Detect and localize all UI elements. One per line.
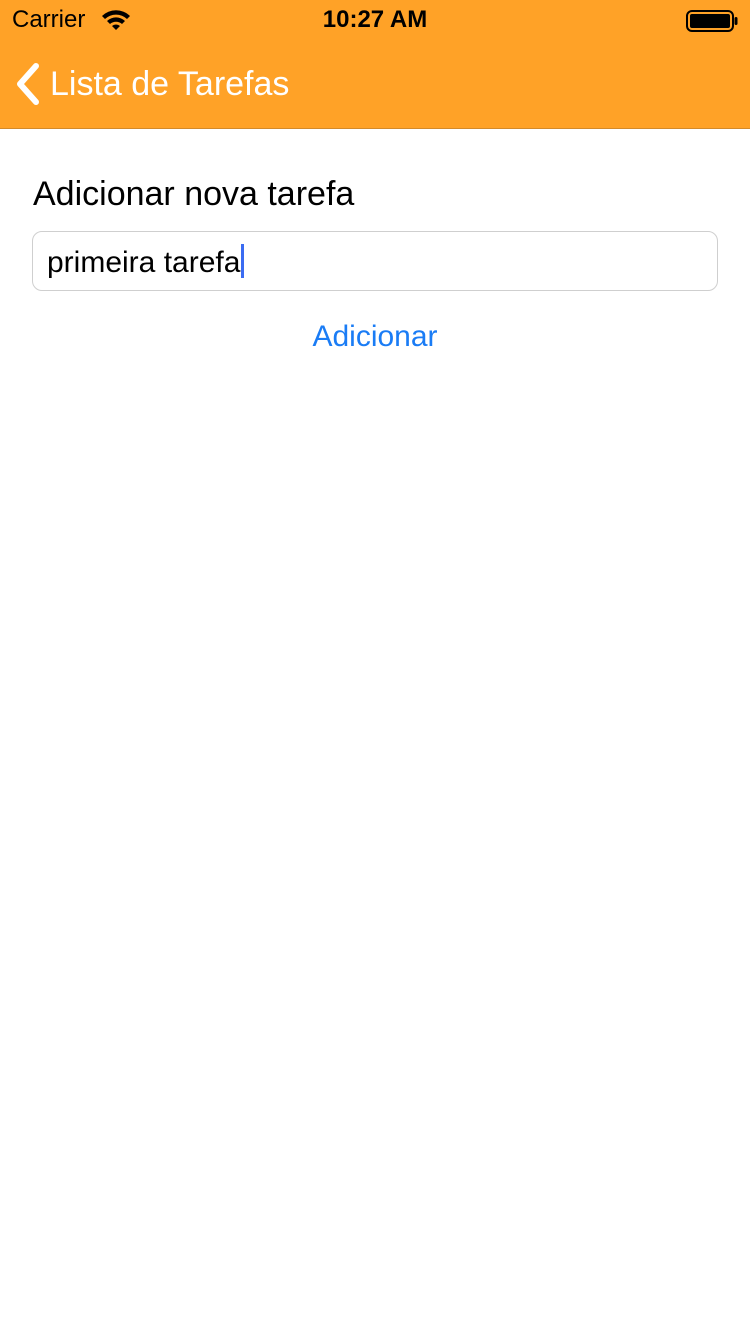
- screen: Carrier 10:27 AM Lista de Tarefas Adicio…: [0, 0, 750, 1334]
- back-button[interactable]: Lista de Tarefas: [14, 56, 289, 112]
- task-input[interactable]: primeira tarefa: [32, 231, 718, 291]
- chevron-left-icon: [17, 63, 39, 105]
- navigation-header: Carrier 10:27 AM Lista de Tarefas: [0, 0, 750, 129]
- back-button-label: Lista de Tarefas: [50, 65, 290, 103]
- text-caret: [241, 244, 245, 278]
- add-button[interactable]: Adicionar: [0, 318, 750, 356]
- battery-icon: [686, 10, 738, 32]
- task-input-value: primeira tarefa: [47, 244, 245, 281]
- form-title: Adicionar nova tarefa: [33, 175, 355, 213]
- task-input-text: primeira tarefa: [47, 246, 241, 279]
- status-time: 10:27 AM: [322, 6, 428, 33]
- status-bar: Carrier 10:27 AM: [0, 0, 750, 40]
